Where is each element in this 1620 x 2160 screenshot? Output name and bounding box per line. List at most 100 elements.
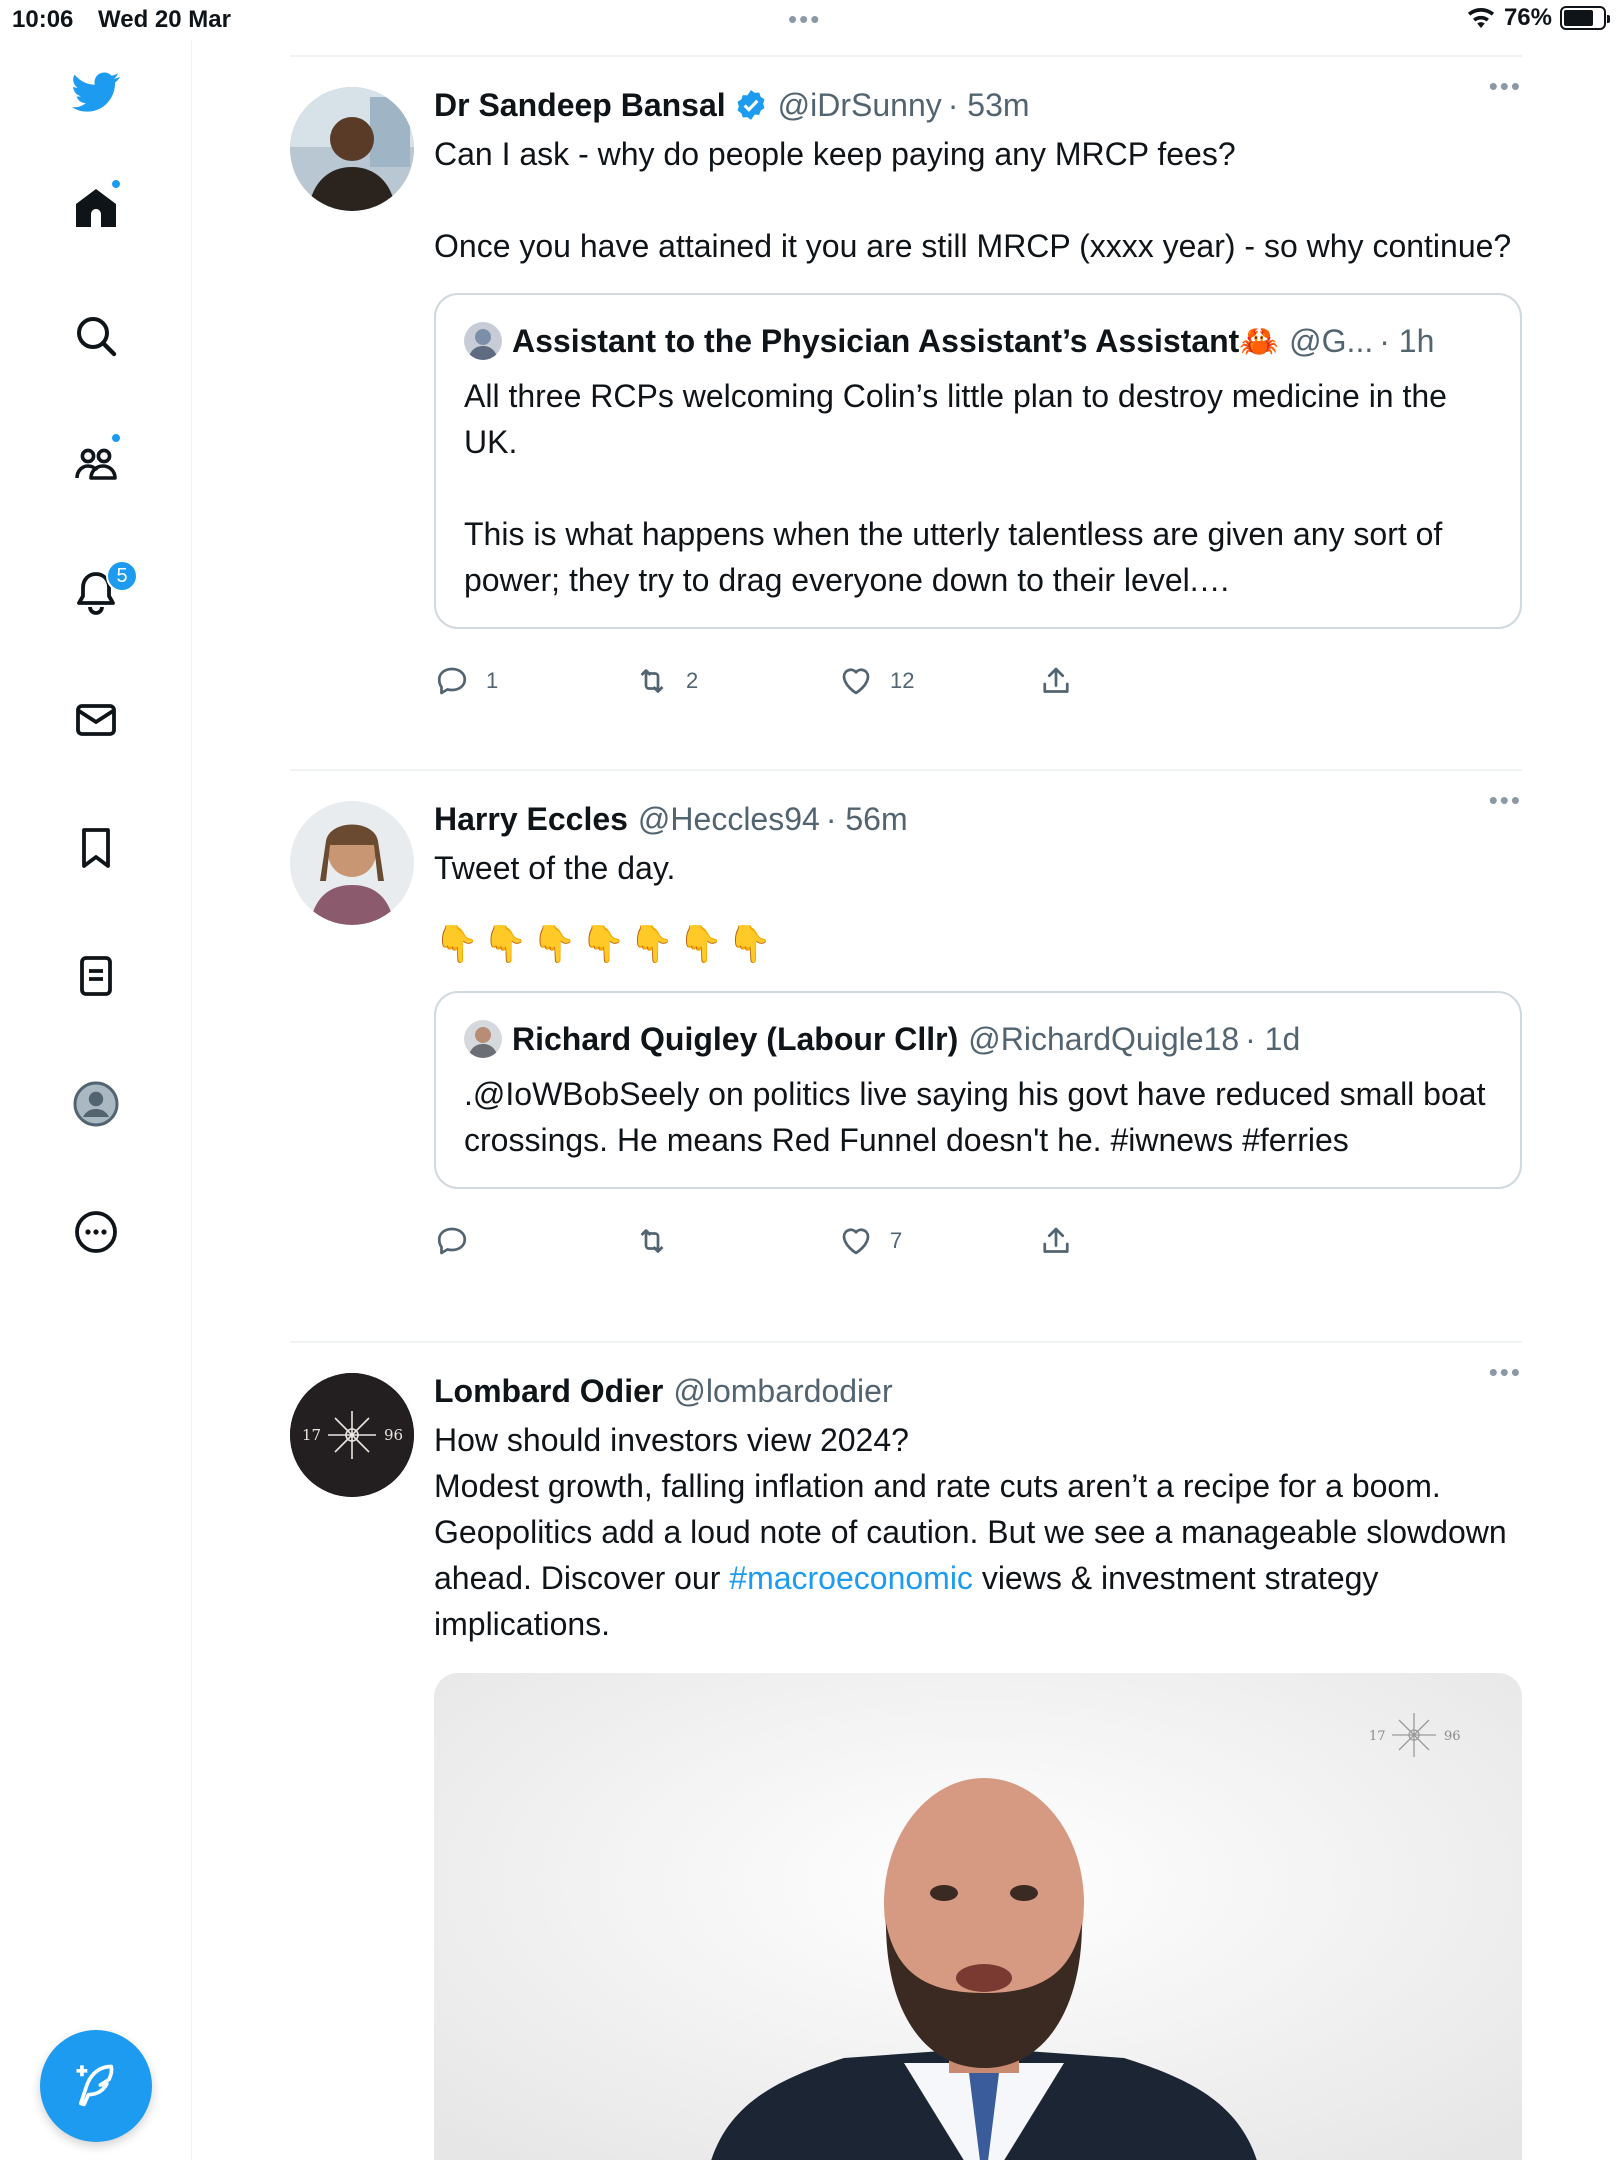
avatar[interactable]: 17 96: [290, 1373, 414, 1497]
like-button[interactable]: 12: [838, 663, 1038, 699]
tweet-more-icon[interactable]: •••: [1489, 785, 1522, 816]
tweet-header: Lombard Odier @lombardodier: [434, 1369, 1522, 1413]
tweet-actions: 7: [434, 1213, 1522, 1269]
tweet-more-icon[interactable]: •••: [1489, 1357, 1522, 1388]
quote-author-handle: @G...: [1289, 323, 1374, 359]
battery-icon: [1560, 6, 1610, 30]
share-icon: [1043, 667, 1069, 693]
avatar[interactable]: [290, 87, 414, 211]
video-thumbnail: 17 96: [434, 1673, 1522, 2160]
verified-badge-icon: [737, 90, 765, 120]
like-count: 12: [890, 668, 915, 693]
lombard-odier-logo: 17 96: [290, 1373, 414, 1497]
more-circle-icon: [75, 1211, 117, 1253]
avatar-photo-icon: [290, 87, 414, 211]
quote-author-name: Assistant to the Physician Assistant’s A…: [512, 323, 1280, 359]
status-time: 10:06: [12, 6, 74, 33]
multitasking-dots-icon[interactable]: •••: [788, 4, 821, 35]
hashtag-link[interactable]: #macroeconomic: [729, 1560, 973, 1596]
quote-avatar: [464, 322, 502, 360]
battery-percent: 76%: [1503, 4, 1552, 31]
reply-button[interactable]: [434, 1223, 634, 1259]
tweet-actions: 1 2 12: [434, 653, 1522, 709]
author-handle[interactable]: @lombardodier: [673, 1369, 892, 1413]
quote-avatar: [464, 1020, 502, 1058]
author-name[interactable]: Harry Eccles: [434, 797, 628, 841]
tweet-time[interactable]: · 53m: [948, 83, 1030, 127]
retweet-icon: [640, 1229, 664, 1253]
quote-time: · 1d: [1245, 1021, 1301, 1057]
share-icon: [1043, 1227, 1069, 1253]
avatar-photo-icon: [290, 801, 414, 925]
reply-button[interactable]: 1: [434, 663, 634, 699]
tweet[interactable]: Dr Sandeep Bansal @iDrSunny · 53m ••• Ca…: [290, 57, 1522, 769]
notifications-badge: 5: [106, 560, 138, 592]
video-media[interactable]: 17 96: [434, 1673, 1522, 2160]
retweet-button[interactable]: 2: [634, 663, 838, 699]
status-bar: 10:06 Wed 20 Mar ••• 76%: [0, 0, 1620, 40]
tweet[interactable]: Harry Eccles @Heccles94 · 56m ••• Tweet …: [290, 771, 1522, 1341]
logo-right-text: 96: [384, 1426, 403, 1444]
quote-author-name: Richard Quigley (Labour Cllr): [512, 1021, 959, 1057]
sidebar-item-bookmarks[interactable]: [56, 808, 136, 888]
sidebar: 5: [0, 40, 192, 2160]
sidebar-item-profile[interactable]: [56, 1064, 136, 1144]
avatar[interactable]: [290, 801, 414, 925]
profile-avatar-icon: [73, 1081, 119, 1127]
tweet-more-icon[interactable]: •••: [1489, 71, 1522, 102]
author-handle[interactable]: @iDrSunny: [778, 83, 942, 127]
tweet[interactable]: 17 96 Lombard Odier @lombardodier ••• Ho…: [290, 1343, 1522, 2160]
sidebar-item-home[interactable]: [56, 168, 136, 248]
emoji-row: 👇👇👇👇👇👇👇: [434, 923, 776, 964]
compose-feather-icon: [76, 2064, 114, 2107]
communities-unread-dot: [110, 432, 122, 444]
author-name[interactable]: Lombard Odier: [434, 1369, 663, 1413]
quote-tweet[interactable]: Assistant to the Physician Assistant’s A…: [434, 293, 1522, 629]
battery-fill: [1564, 10, 1593, 26]
author-name[interactable]: Dr Sandeep Bansal: [434, 83, 726, 127]
retweet-button[interactable]: [634, 1223, 838, 1259]
status-date: Wed 20 Mar: [98, 6, 231, 33]
tweet-text: How should investors view 2024? Modest g…: [434, 1417, 1522, 1647]
timeline-feed: Dr Sandeep Bansal @iDrSunny · 53m ••• Ca…: [290, 55, 1522, 2160]
heart-icon: [842, 668, 870, 695]
tweet-text: Can I ask - why do people keep paying an…: [434, 136, 1512, 264]
quote-tweet[interactable]: Richard Quigley (Labour Cllr) @RichardQu…: [434, 991, 1522, 1189]
heart-icon: [842, 1228, 870, 1255]
logo-left-text: 17: [302, 1426, 321, 1444]
reply-icon: [437, 1227, 467, 1255]
like-count: 7: [890, 1228, 903, 1253]
sidebar-item-messages[interactable]: [56, 680, 136, 760]
sidebar-item-communities[interactable]: [56, 424, 136, 504]
author-handle[interactable]: @Heccles94: [638, 797, 820, 841]
home-icon: [76, 189, 116, 227]
share-button[interactable]: [1038, 1223, 1074, 1259]
reply-count: 1: [486, 668, 499, 693]
quote-text: .@IoWBobSeely on politics live saying hi…: [464, 1076, 1486, 1158]
search-icon: [77, 317, 117, 357]
reply-icon: [437, 667, 467, 695]
twitter-logo[interactable]: [56, 52, 136, 132]
watermark-left-text: 17: [1369, 1729, 1386, 1744]
sidebar-item-lists[interactable]: [56, 936, 136, 1016]
envelope-icon: [76, 704, 116, 736]
home-unread-dot: [110, 178, 122, 190]
tweet-time[interactable]: · 56m: [826, 797, 908, 841]
sidebar-item-more[interactable]: [56, 1192, 136, 1272]
quote-author-handle: @RichardQuigle18: [968, 1021, 1240, 1057]
tweet-text: Tweet of the day.: [434, 850, 676, 886]
sidebar-item-explore[interactable]: [56, 296, 136, 376]
retweet-icon: [640, 669, 664, 693]
quote-time: · 1h: [1379, 323, 1435, 359]
compose-tweet-button[interactable]: [40, 2030, 152, 2142]
wifi-icon: [1467, 8, 1495, 28]
like-button[interactable]: 7: [838, 1223, 1038, 1259]
tweet-header: Dr Sandeep Bansal @iDrSunny · 53m: [434, 83, 1522, 127]
communities-icon: [75, 448, 117, 480]
share-button[interactable]: [1038, 663, 1074, 699]
twitter-bird-icon: [72, 72, 120, 112]
quote-text: All three RCPs welcoming Colin’s little …: [464, 378, 1447, 598]
sidebar-item-notifications[interactable]: 5: [56, 552, 138, 632]
list-icon: [80, 956, 112, 996]
retweet-count: 2: [686, 668, 699, 693]
